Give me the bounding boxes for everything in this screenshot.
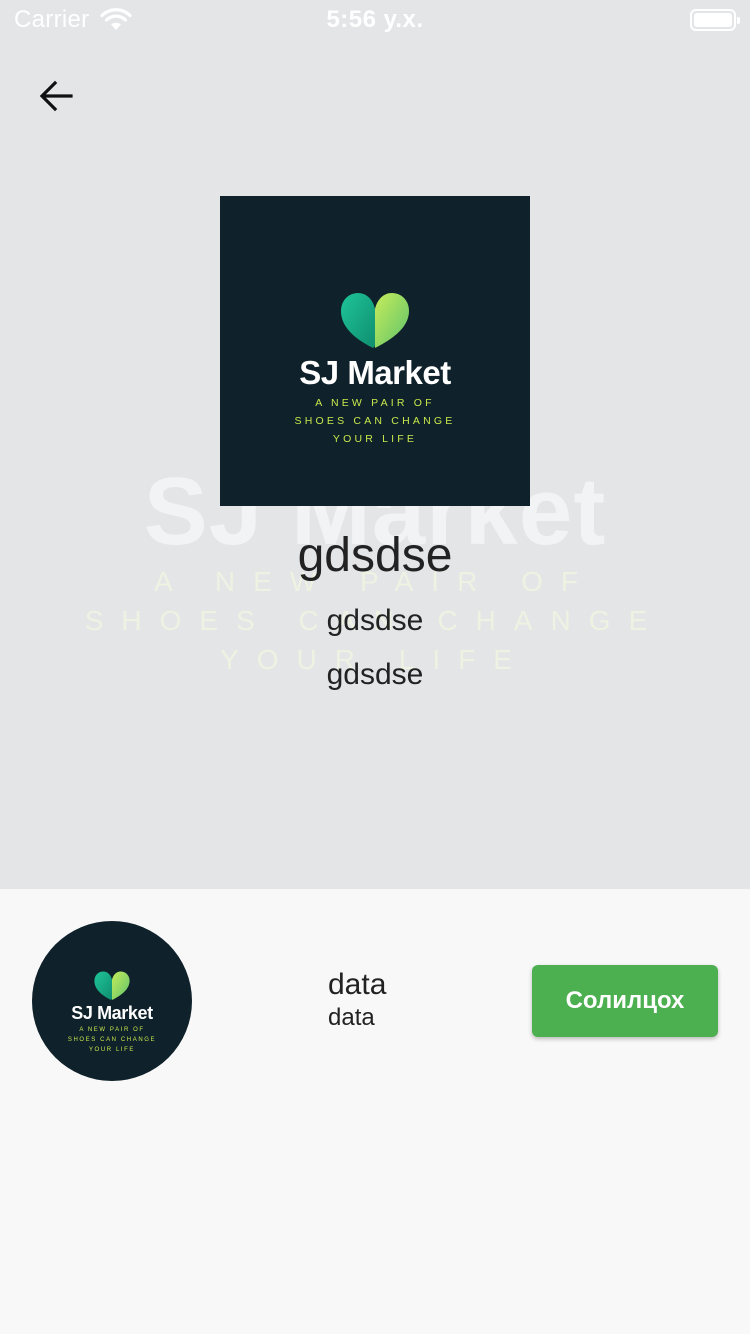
profile-section: SJ Market A NEW PAIR OF SHOES CAN CHANGE…: [0, 889, 750, 1334]
avatar: SJ Market A NEW PAIR OF SHOES CAN CHANGE…: [32, 921, 192, 1081]
brand-tagline-1: A NEW PAIR OF: [315, 397, 435, 409]
chat-button[interactable]: Солилцох: [532, 965, 718, 1037]
avatar-tagline-1: A NEW PAIR OF: [79, 1027, 145, 1033]
status-time: 5:56 у.х.: [326, 6, 424, 33]
heart-leaf-icon: [94, 971, 130, 1000]
heart-leaf-icon: [341, 293, 409, 348]
profile-title: data: [328, 968, 387, 1001]
arrow-left-icon: [39, 80, 73, 112]
avatar-tagline-3: YOUR LIFE: [88, 1047, 136, 1053]
brand-tagline-3: YOUR LIFE: [332, 433, 418, 445]
status-bar: Carrier 5:56 у.х.: [0, 0, 750, 40]
profile-subtitle: data: [328, 1004, 375, 1031]
profile-info: data data: [328, 967, 386, 1033]
battery-icon: [690, 9, 740, 31]
hero-title: gdsdse: [297, 529, 453, 582]
hero-subtitle-1: gdsdse: [326, 604, 424, 637]
brand-tagline-2: SHOES CAN CHANGE: [294, 415, 456, 427]
avatar-brand-name: SJ Market: [71, 1003, 153, 1023]
brand-logo: SJ Market A NEW PAIR OF SHOES CAN CHANGE…: [220, 196, 530, 506]
hero-section: SJ Market A NEW PAIR OF SHOES CAN CHANGE…: [0, 0, 750, 889]
hero-subtitle-2: gdsdse: [326, 658, 424, 691]
avatar-tagline-2: SHOES CAN CHANGE: [67, 1037, 157, 1043]
back-button[interactable]: [30, 72, 82, 120]
brand-name: SJ Market: [299, 354, 451, 391]
